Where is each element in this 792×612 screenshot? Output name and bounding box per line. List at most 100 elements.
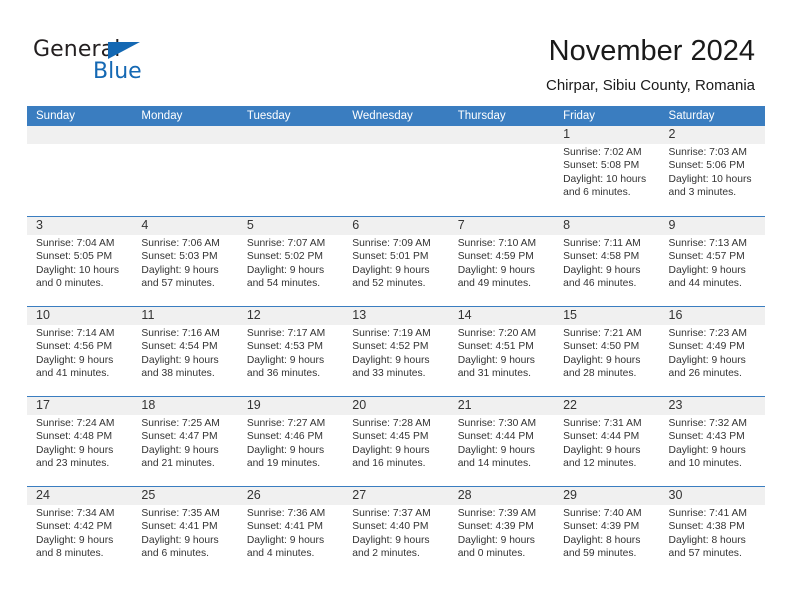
day-sun-info: Sunrise: 7:20 AM Sunset: 4:51 PM Daylight:… — [458, 327, 546, 381]
calendar-day-cell[interactable]: 7 Sunrise: 7:10 AM Sunset: 4:59 PM Daylight… — [449, 217, 554, 306]
calendar-day-cell[interactable]: 8 Sunrise: 7:11 AM Sunset: 4:58 PM Daylight… — [554, 217, 659, 306]
calendar-week-row: 10 Sunrise: 7:14 AM Sunset: 4:56 PM Dayligh… — [27, 306, 765, 396]
weekday-sunday: Sunday — [36, 110, 76, 122]
calendar-day-cell[interactable]: 17 Sunrise: 7:24 AM Sunset: 4:48 PM Dayligh… — [27, 397, 132, 486]
daylight-text-line1: Daylight: 9 hours — [246, 534, 325, 546]
day-number: 29 — [563, 488, 578, 502]
sunset-text: Sunset: 4:40 PM — [352, 521, 429, 533]
day-number — [36, 126, 124, 144]
day-number: 12 — [246, 308, 261, 322]
daylight-text-line2: and 6 minutes. — [141, 548, 209, 560]
calendar-day-cell[interactable]: 25 Sunrise: 7:35 AM Sunset: 4:41 PM Dayligh… — [132, 487, 237, 576]
general-blue-logo[interactable]: General Blue — [33, 38, 163, 86]
sunset-text: Sunset: 4:39 PM — [563, 521, 640, 533]
calendar-day-cell[interactable]: 10 Sunrise: 7:14 AM Sunset: 4:56 PM Dayligh… — [27, 307, 132, 396]
daylight-text-line1: Daylight: 9 hours — [246, 444, 325, 456]
sunrise-text: Sunrise: 7:40 AM — [563, 508, 642, 519]
sunset-text: Sunset: 4:56 PM — [36, 341, 113, 353]
calendar-day-cell[interactable]: 11 Sunrise: 7:16 AM Sunset: 4:54 PM Dayligh… — [132, 307, 237, 396]
sunset-text: Sunset: 4:38 PM — [668, 521, 745, 533]
calendar-day-cell[interactable]: 22 Sunrise: 7:31 AM Sunset: 4:44 PM Dayligh… — [554, 397, 659, 486]
sunset-text: Sunset: 4:58 PM — [563, 251, 640, 263]
day-sun-info: Sunrise: 7:04 AM Sunset: 5:05 PM Daylight:… — [36, 237, 124, 291]
calendar-day-cell[interactable]: 29 Sunrise: 7:40 AM Sunset: 4:39 PM Dayligh… — [554, 487, 659, 576]
weekday-tuesday: Tuesday — [246, 110, 291, 122]
calendar-day-cell-empty — [238, 126, 343, 216]
sunset-text: Sunset: 4:59 PM — [457, 251, 534, 263]
calendar-day-cell[interactable]: 3 Sunrise: 7:04 AM Sunset: 5:05 PM Daylight… — [27, 217, 132, 306]
logo-text-blue: Blue — [93, 59, 142, 84]
sunrise-text: Sunrise: 7:07 AM — [246, 238, 326, 249]
daylight-text-line1: Daylight: 9 hours — [563, 354, 641, 366]
daylight-text-line2: and 52 minutes. — [352, 278, 426, 290]
calendar-day-cell[interactable]: 6 Sunrise: 7:09 AM Sunset: 5:01 PM Daylight… — [343, 217, 448, 306]
day-number: 5 — [246, 218, 254, 232]
daylight-text-line1: Daylight: 9 hours — [246, 264, 325, 276]
sunrise-text: Sunrise: 7:20 AM — [457, 328, 537, 339]
calendar-day-cell[interactable]: 5 Sunrise: 7:07 AM Sunset: 5:02 PM Daylight… — [238, 217, 343, 306]
calendar-day-cell[interactable]: 27 Sunrise: 7:37 AM Sunset: 4:40 PM Dayligh… — [343, 487, 448, 576]
calendar-day-cell[interactable]: 4 Sunrise: 7:06 AM Sunset: 5:03 PM Daylight… — [132, 217, 237, 306]
calendar-day-cell[interactable]: 1 Sunrise: 7:02 AM Sunset: 5:08 PM Daylight… — [554, 126, 659, 216]
calendar-day-cell[interactable]: 26 Sunrise: 7:36 AM Sunset: 4:41 PM Dayligh… — [238, 487, 343, 576]
day-sun-info: Sunrise: 7:25 AM Sunset: 4:47 PM Daylight:… — [141, 417, 229, 471]
calendar-day-cell[interactable]: 20 Sunrise: 7:28 AM Sunset: 4:45 PM Dayligh… — [343, 397, 448, 486]
day-sun-info: Sunrise: 7:37 AM Sunset: 4:40 PM Daylight:… — [352, 507, 440, 561]
calendar-day-cell[interactable]: 14 Sunrise: 7:20 AM Sunset: 4:51 PM Dayligh… — [449, 307, 554, 396]
day-number: 24 — [36, 488, 50, 502]
day-number: 11 — [141, 308, 155, 322]
day-number: 16 — [668, 308, 683, 322]
daylight-text-line2: and 54 minutes. — [246, 278, 321, 290]
day-number — [458, 126, 546, 144]
calendar-day-cell[interactable]: 18 Sunrise: 7:25 AM Sunset: 4:47 PM Dayligh… — [132, 397, 237, 486]
calendar-day-cell[interactable]: 13 Sunrise: 7:19 AM Sunset: 4:52 PM Dayligh… — [343, 307, 448, 396]
calendar-day-cell[interactable]: 21 Sunrise: 7:30 AM Sunset: 4:44 PM Dayligh… — [449, 397, 554, 486]
weekday-header-row: Sunday Monday Tuesday Wednesday Thursday… — [27, 106, 765, 126]
sunset-text: Sunset: 4:53 PM — [246, 341, 323, 353]
sunrise-text: Sunrise: 7:17 AM — [246, 328, 326, 339]
day-sun-info: Sunrise: 7:21 AM Sunset: 4:50 PM Daylight:… — [563, 327, 651, 381]
daylight-text-line1: Daylight: 9 hours — [352, 444, 430, 456]
sunset-text: Sunset: 5:03 PM — [141, 251, 218, 263]
day-number — [247, 126, 335, 144]
calendar-day-cell[interactable]: 15 Sunrise: 7:21 AM Sunset: 4:50 PM Dayligh… — [554, 307, 659, 396]
day-number: 27 — [352, 488, 367, 502]
daylight-text-line1: Daylight: 9 hours — [246, 354, 325, 366]
day-sun-info: Sunrise: 7:03 AM Sunset: 5:06 PM Daylight:… — [669, 146, 757, 200]
calendar-grid: Sunday Monday Tuesday Wednesday Thursday… — [27, 106, 765, 576]
day-sun-info: Sunrise: 7:34 AM Sunset: 4:42 PM Daylight:… — [36, 507, 124, 561]
day-number: 18 — [141, 398, 156, 412]
daylight-text-line1: Daylight: 9 hours — [457, 444, 535, 456]
day-number: 10 — [36, 308, 50, 322]
calendar-week-row: 1 Sunrise: 7:02 AM Sunset: 5:08 PM Daylight… — [27, 126, 765, 216]
daylight-text-line2: and 57 minutes. — [668, 548, 742, 560]
calendar-day-cell[interactable]: 2 Sunrise: 7:03 AM Sunset: 5:06 PM Daylight… — [660, 126, 765, 216]
day-sun-info: Sunrise: 7:32 AM Sunset: 4:43 PM Daylight:… — [669, 417, 757, 471]
logo-triangle-icon — [108, 42, 140, 59]
day-sun-info: Sunrise: 7:11 AM Sunset: 4:58 PM Daylight:… — [563, 237, 651, 291]
day-number: 17 — [36, 398, 50, 412]
sunrise-text: Sunrise: 7:09 AM — [352, 238, 431, 249]
location-subtitle: Chirpar, Sibiu County, Romania — [546, 77, 755, 94]
day-sun-info: Sunrise: 7:31 AM Sunset: 4:44 PM Daylight:… — [563, 417, 651, 471]
daylight-text-line1: Daylight: 9 hours — [36, 444, 114, 456]
calendar-day-cell[interactable]: 28 Sunrise: 7:39 AM Sunset: 4:39 PM Dayligh… — [449, 487, 554, 576]
calendar-day-cell[interactable]: 23 Sunrise: 7:32 AM Sunset: 4:43 PM Dayligh… — [660, 397, 765, 486]
calendar-day-cell[interactable]: 30 Sunrise: 7:41 AM Sunset: 4:38 PM Dayligh… — [660, 487, 765, 576]
calendar-day-cell[interactable]: 9 Sunrise: 7:13 AM Sunset: 4:57 PM Daylight… — [660, 217, 765, 306]
day-number: 23 — [668, 398, 683, 412]
daylight-text-line2: and 19 minutes. — [246, 458, 321, 470]
day-sun-info: Sunrise: 7:02 AM Sunset: 5:08 PM Daylight:… — [563, 146, 651, 200]
sunrise-text: Sunrise: 7:14 AM — [36, 328, 115, 339]
daylight-text-line2: and 23 minutes. — [36, 458, 110, 470]
calendar-day-cell[interactable]: 24 Sunrise: 7:34 AM Sunset: 4:42 PM Dayligh… — [27, 487, 132, 576]
day-number: 3 — [36, 218, 43, 232]
calendar-day-cell[interactable]: 16 Sunrise: 7:23 AM Sunset: 4:49 PM Dayligh… — [660, 307, 765, 396]
day-sun-info: Sunrise: 7:16 AM Sunset: 4:54 PM Daylight:… — [141, 327, 229, 381]
calendar-day-cell[interactable]: 12 Sunrise: 7:17 AM Sunset: 4:53 PM Dayligh… — [238, 307, 343, 396]
sunrise-text: Sunrise: 7:16 AM — [141, 328, 220, 339]
calendar-day-cell[interactable]: 19 Sunrise: 7:27 AM Sunset: 4:46 PM Dayligh… — [238, 397, 343, 486]
daylight-text-line1: Daylight: 9 hours — [563, 444, 641, 456]
sunrise-text: Sunrise: 7:41 AM — [668, 508, 747, 519]
daylight-text-line2: and 41 minutes. — [36, 368, 110, 380]
